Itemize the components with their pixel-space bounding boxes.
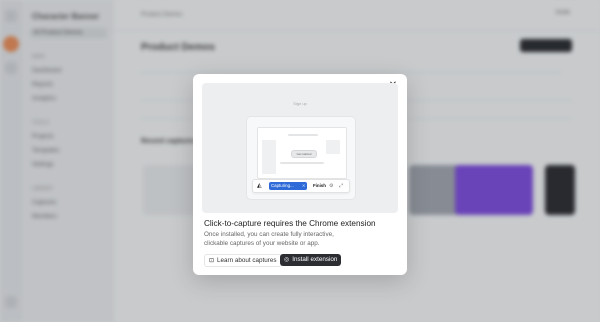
learn-about-captures-button[interactable]: ⊡ Learn about captures	[204, 254, 282, 267]
preview-line	[288, 134, 318, 136]
dialog-heading: Click-to-capture requires the Chrome ext…	[204, 219, 376, 228]
preview-block	[262, 140, 276, 174]
capture-toolbar: ◭ Capturing... ✕ Finish ⚙ ⤢	[252, 179, 350, 193]
preview-browser-window: Get started	[257, 127, 347, 179]
extension-required-dialog: ✕ Sign up Get started ◭ Capturing... ✕ F…	[193, 74, 407, 275]
preview-caption: Sign up	[293, 101, 307, 106]
preview-block	[326, 140, 340, 154]
preview-line	[280, 162, 324, 164]
preview-card: Get started ◭ Capturing... ✕ Finish ⚙ ⤢	[246, 116, 356, 200]
expand-icon: ⤢	[339, 183, 344, 189]
learn-about-captures-label: Learn about captures	[217, 257, 277, 264]
chrome-icon: ◎	[284, 257, 290, 263]
dialog-description: Once installed, you can create fully int…	[204, 231, 334, 247]
capture-preview-illustration: Sign up Get started ◭ Capturing... ✕ Fin…	[202, 83, 398, 213]
preview-cta-pill: Get started	[291, 150, 317, 158]
install-extension-label: Install extension	[292, 256, 338, 263]
book-icon: ⊡	[209, 257, 215, 264]
stop-capture-icon: ✕	[302, 183, 306, 188]
gear-icon: ⚙	[329, 183, 334, 189]
finish-label: Finish	[313, 183, 326, 188]
app-logo-icon: ◭	[257, 183, 262, 189]
install-extension-button[interactable]: ◎ Install extension	[280, 254, 342, 266]
